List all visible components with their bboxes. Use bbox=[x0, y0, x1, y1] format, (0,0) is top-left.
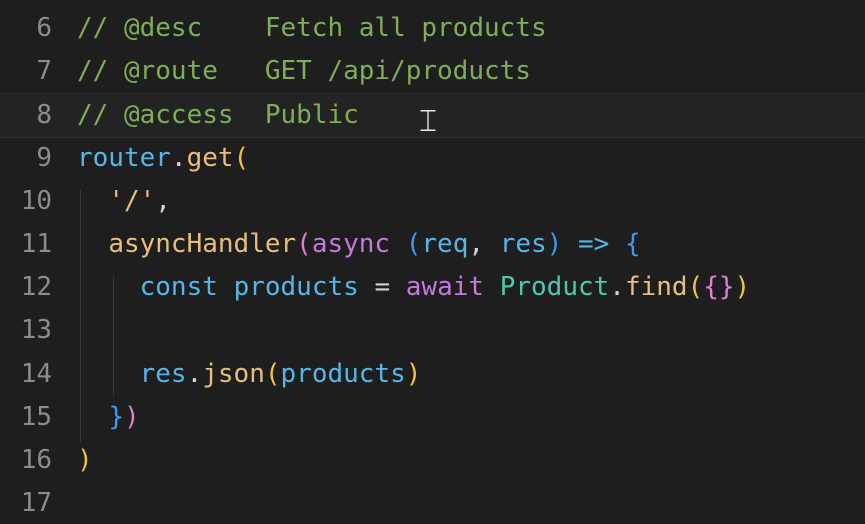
code-token-plain: . bbox=[170, 142, 187, 173]
code-token-function: find bbox=[624, 272, 688, 303]
code-line[interactable]: 6 // @desc Fetch all products bbox=[0, 7, 865, 50]
code-token-function: get bbox=[186, 142, 234, 173]
code-line[interactable]: 14 res.json(products) bbox=[0, 353, 865, 396]
code-text[interactable]: // @access Public bbox=[77, 94, 359, 137]
line-number: 6 bbox=[36, 13, 52, 43]
code-token-comment: // @access Public bbox=[77, 100, 359, 131]
code-token-operator: => bbox=[577, 229, 610, 259]
code-token-bracket-level-1: ( bbox=[687, 272, 704, 303]
code-line[interactable]: 10 '/', bbox=[0, 180, 865, 223]
code-text[interactable]: asyncHandler(async (req, res) => { bbox=[77, 223, 641, 266]
code-token-bracket-level-1: ( bbox=[233, 142, 250, 173]
line-number: 10 bbox=[20, 185, 52, 216]
code-token-identifier: res bbox=[139, 358, 187, 389]
code-token-identifier: req bbox=[421, 229, 469, 259]
code-text[interactable]: res.json(products) bbox=[77, 353, 422, 396]
code-text[interactable]: // @desc Fetch all products bbox=[77, 7, 547, 50]
code-token-identifier: products bbox=[233, 272, 359, 303]
code-line[interactable]: 9 router.get( bbox=[0, 137, 865, 180]
code-line[interactable]: 17 bbox=[0, 482, 865, 524]
code-token-bracket-level-2: ( bbox=[296, 229, 312, 259]
line-number: 12 bbox=[20, 272, 52, 303]
code-text[interactable]: // @route GET /api/products bbox=[77, 50, 531, 93]
line-number: 8 bbox=[36, 100, 52, 131]
line-number: 17 bbox=[20, 488, 52, 519]
code-line[interactable]: 13 bbox=[0, 309, 865, 352]
code-token-bracket-level-3: ) bbox=[546, 229, 563, 259]
code-token-identifier: products bbox=[280, 358, 406, 389]
code-text[interactable]: }) bbox=[77, 396, 140, 439]
code-token-bracket-level-2: ) bbox=[123, 401, 140, 432]
code-token-function: asyncHandler bbox=[108, 229, 297, 259]
code-token-identifier: router bbox=[77, 142, 171, 173]
code-line[interactable]: 11 asyncHandler(async (req, res) => { bbox=[0, 223, 865, 266]
code-token-comment: // @desc Fetch all products bbox=[77, 13, 547, 43]
code-token-plain: = bbox=[358, 272, 406, 303]
code-token-bracket-level-1: ) bbox=[734, 272, 751, 303]
code-line[interactable]: 16) bbox=[0, 439, 865, 482]
line-number: 16 bbox=[20, 445, 52, 475]
line-number: 11 bbox=[20, 229, 52, 259]
line-number: 14 bbox=[20, 358, 52, 389]
line-number: 15 bbox=[20, 401, 52, 432]
code-token-identifier: res bbox=[499, 229, 547, 259]
line-number: 13 bbox=[20, 315, 52, 346]
code-token-bracket-level-1: ) bbox=[405, 358, 422, 389]
code-token-keyword: await bbox=[405, 272, 485, 303]
code-text[interactable]: router.get( bbox=[77, 137, 249, 180]
code-line[interactable]: 7 // @route GET /api/products bbox=[0, 50, 865, 93]
indent-guide bbox=[80, 190, 81, 442]
code-token-bracket-level-3: } bbox=[108, 401, 124, 432]
code-token-keyword: async bbox=[311, 229, 391, 259]
code-token-plain: . bbox=[609, 272, 625, 303]
code-token-plain: , bbox=[155, 185, 171, 216]
code-token-bracket-level-3: ( bbox=[405, 229, 422, 259]
line-number: 9 bbox=[36, 142, 52, 173]
code-token-bracket-level-2: {} bbox=[703, 272, 735, 303]
indent-guide bbox=[113, 276, 114, 396]
code-text[interactable]: ) bbox=[77, 439, 93, 482]
code-token-plain: . bbox=[186, 358, 203, 389]
code-token-class: Product bbox=[499, 272, 610, 303]
code-token-bracket-level-1: ( bbox=[264, 358, 281, 389]
code-line[interactable]: 15 }) bbox=[0, 396, 865, 439]
code-token-comment: // @route GET /api/products bbox=[77, 56, 531, 87]
code-token-operator: const bbox=[139, 272, 218, 303]
code-token-plain: , bbox=[468, 229, 500, 259]
code-text[interactable]: const products = await Product.find({}) bbox=[77, 266, 751, 309]
code-text[interactable]: '/', bbox=[77, 180, 171, 223]
text-cursor-ibeam-icon: ⌶ bbox=[419, 104, 437, 139]
code-line[interactable]: 12 const products = await Product.find({… bbox=[0, 266, 865, 309]
code-token-string: '/' bbox=[108, 185, 156, 216]
code-editor[interactable]: 6 // @desc Fetch all products 7 // @route G… bbox=[0, 0, 865, 524]
line-number: 7 bbox=[36, 56, 52, 87]
code-token-bracket-level-1: ) bbox=[77, 445, 93, 475]
code-token-function: json bbox=[202, 358, 265, 389]
code-token-bracket-level-3: { bbox=[624, 229, 641, 259]
